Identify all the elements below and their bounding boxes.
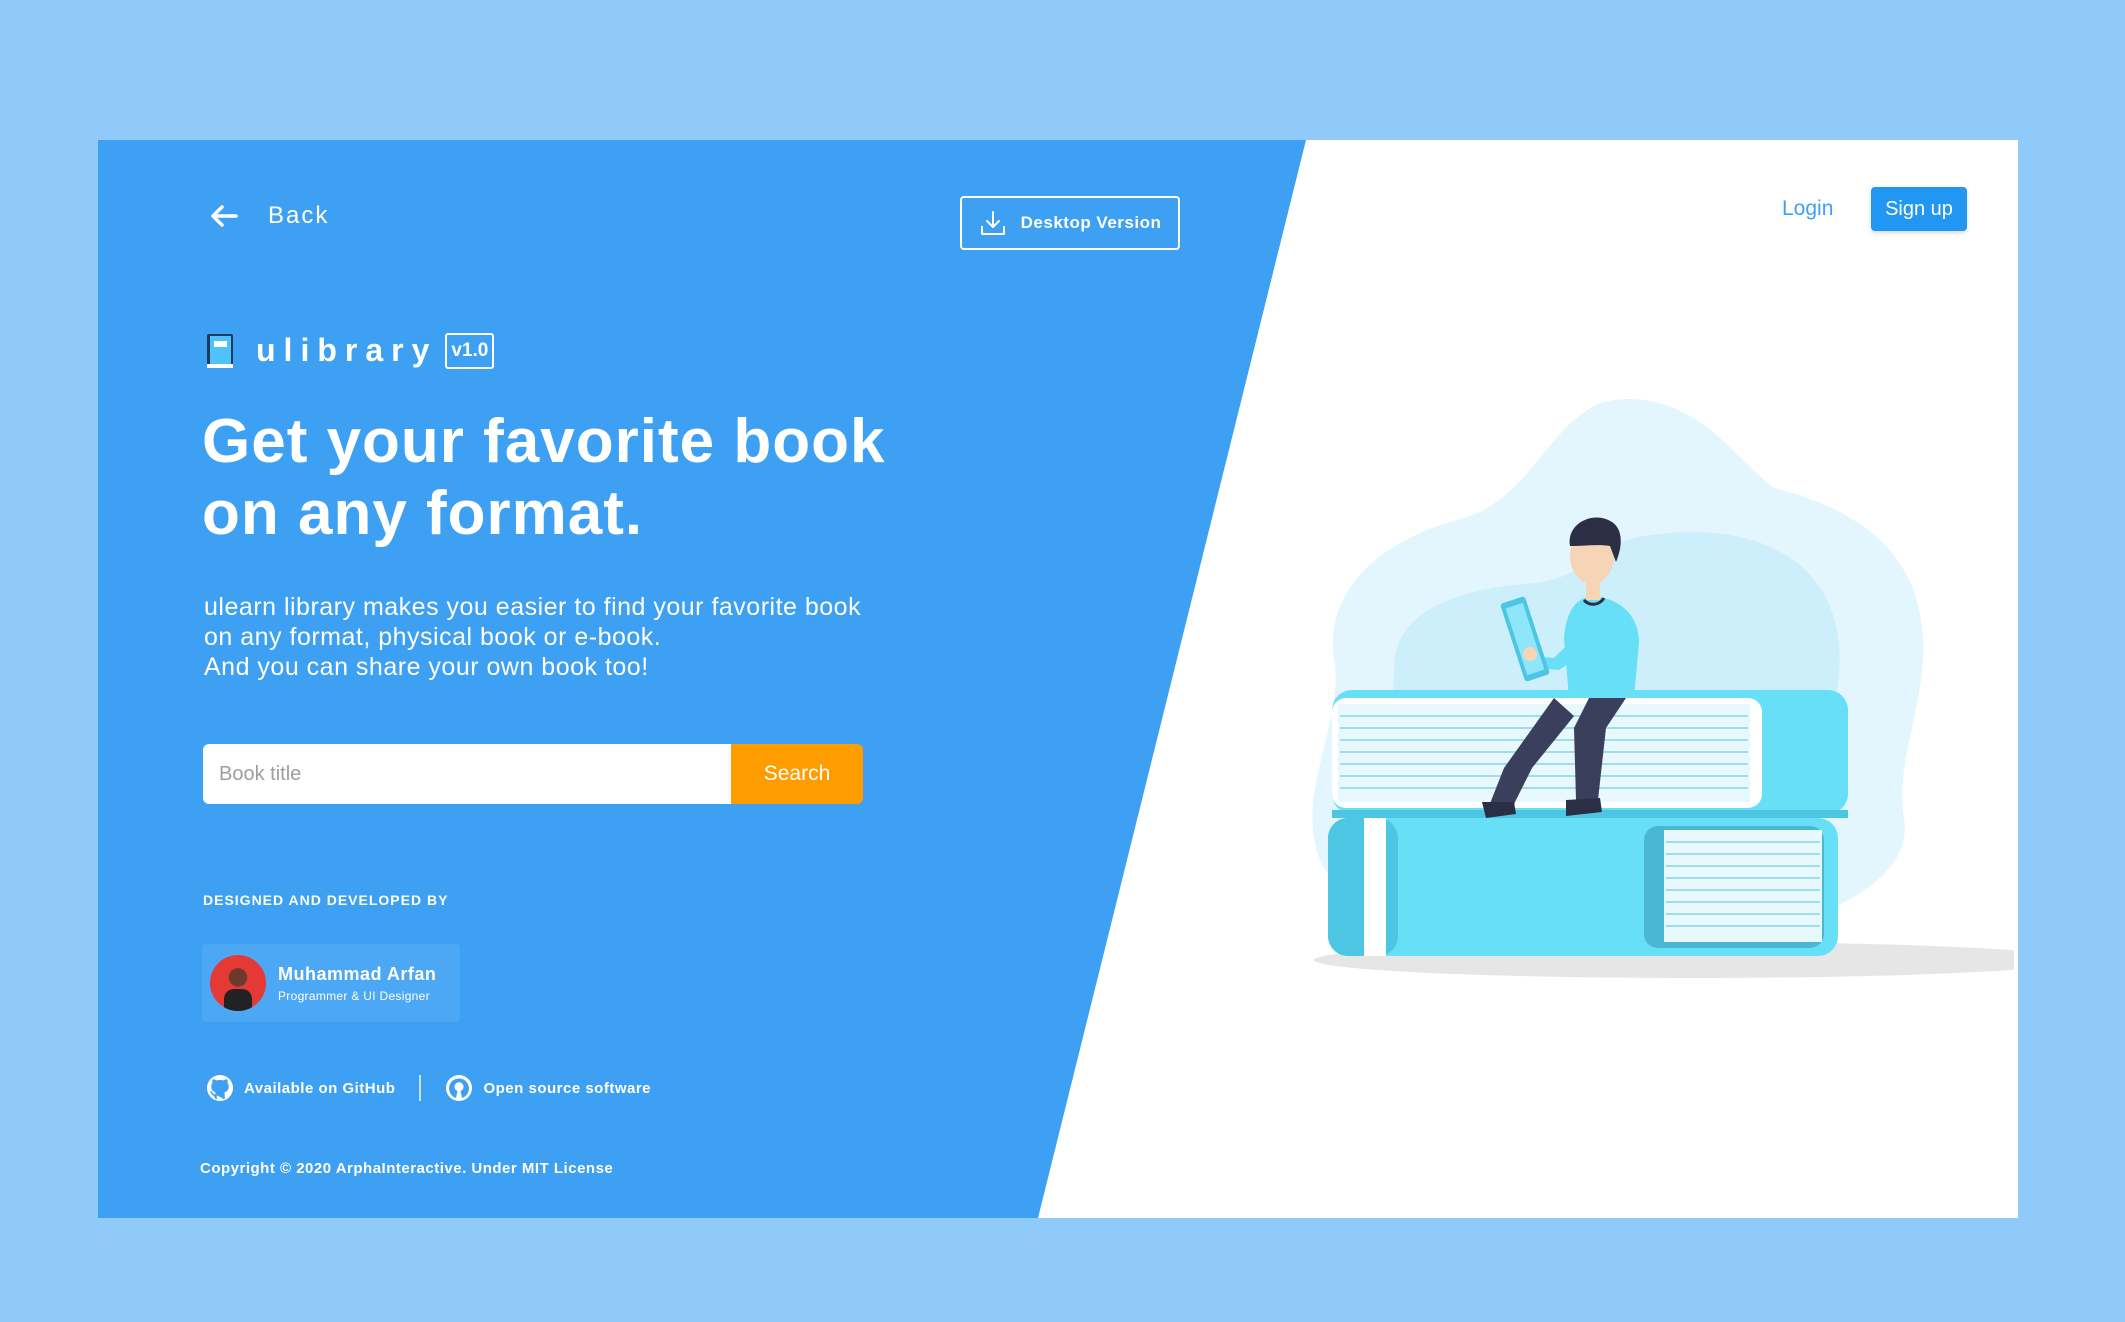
version-badge: v1.0 xyxy=(445,332,495,369)
project-links: Available on GitHub Open source software xyxy=(206,1074,651,1102)
author-role: Programmer & UI Designer xyxy=(278,988,430,1003)
brand-name: ulibrary xyxy=(256,332,438,368)
back-label: Back xyxy=(268,202,330,229)
landing-card: Back Desktop Version ulibrary v1.0 Get y… xyxy=(98,140,2018,1218)
github-label: Available on GitHub xyxy=(244,1079,396,1097)
headline-line-1: Get your favorite book xyxy=(202,407,886,476)
credits-heading: DESIGNED AND DEVELOPED BY xyxy=(203,892,449,908)
author-card[interactable]: Muhammad Arfan Programmer & UI Designer xyxy=(202,944,460,1022)
book-logo-icon xyxy=(207,333,233,368)
signup-button[interactable]: Sign up xyxy=(1871,187,1967,231)
open-source-label: Open source software xyxy=(483,1079,652,1097)
arrow-left-icon xyxy=(211,205,238,227)
copyright: Copyright © 2020 ArphaInteractive. Under… xyxy=(200,1160,614,1177)
github-icon xyxy=(207,1075,233,1101)
open-source-link[interactable]: Open source software xyxy=(445,1074,651,1102)
search-button[interactable]: Search xyxy=(731,744,863,804)
description-line-1: ulearn library makes you easier to find … xyxy=(204,593,862,621)
search-input[interactable] xyxy=(203,744,731,804)
open-source-icon xyxy=(446,1075,473,1101)
back-button[interactable]: Back xyxy=(208,200,329,232)
github-link[interactable]: Available on GitHub xyxy=(206,1074,395,1102)
avatar xyxy=(210,955,266,1011)
desktop-version-button[interactable]: Desktop Version xyxy=(960,196,1180,250)
hero-description: ulearn library makes you easier to find … xyxy=(204,592,964,682)
description-line-2: on any format, physical book or e-book. xyxy=(204,623,662,651)
headline-line-2: on any format. xyxy=(202,479,644,548)
description-line-3: And you can share your own book too! xyxy=(204,653,649,681)
desktop-version-label: Desktop Version xyxy=(1020,213,1162,232)
download-icon xyxy=(980,211,1005,235)
reading-on-books-illustration xyxy=(1312,399,2014,978)
login-link[interactable]: Login xyxy=(1782,197,1833,221)
link-divider xyxy=(419,1075,422,1101)
brand: ulibrary v1.0 xyxy=(206,332,495,369)
page-title: Get your favorite book on any format. xyxy=(202,406,1002,550)
search-bar: Search xyxy=(203,744,863,804)
author-name: Muhammad Arfan xyxy=(278,963,437,984)
